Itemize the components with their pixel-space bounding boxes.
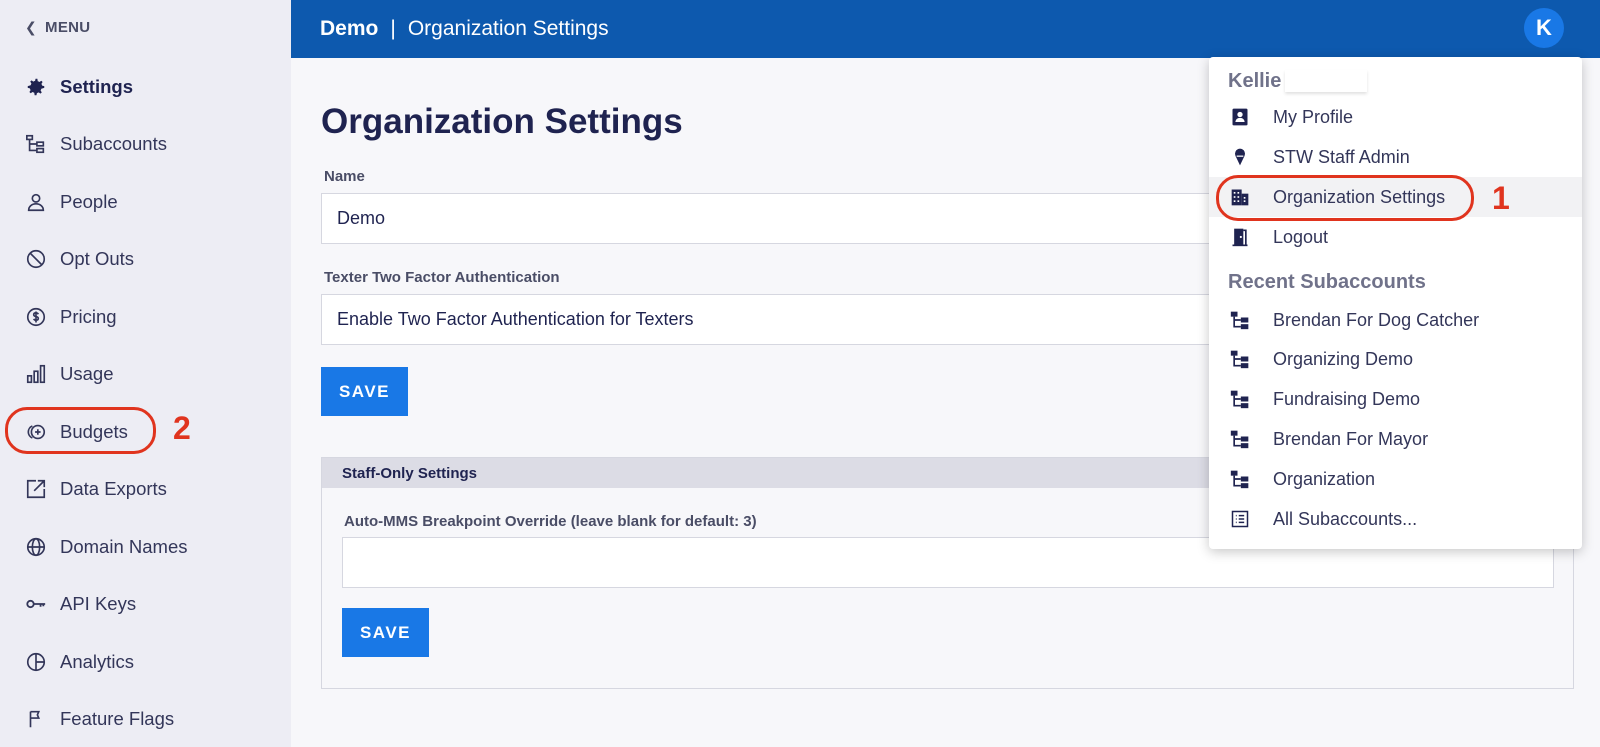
- menu-item-label: Fundraising Demo: [1273, 388, 1421, 409]
- sidebar-item-label: API Keys: [60, 593, 137, 615]
- sidebar-item-feature-flags[interactable]: Feature Flags: [0, 691, 291, 747]
- dropdown-user-name: Kellie: [1228, 69, 1368, 93]
- name-input-value: Demo: [337, 208, 386, 228]
- sidebar-item-label: Feature Flags: [60, 708, 175, 730]
- hierarchy-icon: [1229, 468, 1251, 490]
- pie-chart-icon: [24, 650, 48, 674]
- menu-item-logout[interactable]: Logout: [1209, 217, 1582, 257]
- sidebar-item-label: Opt Outs: [60, 248, 135, 270]
- sidebar-item-usage[interactable]: Usage: [0, 346, 291, 404]
- top-header: Demo | Organization Settings K: [291, 0, 1600, 58]
- menu-item-label: Brendan For Dog Catcher: [1273, 309, 1480, 330]
- list-icon: [1229, 508, 1251, 530]
- menu-item-label: Organizing Demo: [1273, 348, 1414, 369]
- tfa-select-value: Enable Two Factor Authentication for Tex…: [337, 309, 694, 329]
- sidebar-item-label: Pricing: [60, 305, 117, 327]
- menu-item-label: STW Staff Admin: [1273, 146, 1410, 167]
- sidebar-item-label: Settings: [60, 75, 133, 97]
- menu-item-my-profile[interactable]: My Profile: [1209, 97, 1582, 137]
- menu-item-label: Organization: [1273, 468, 1376, 489]
- sidebar-item-label: Domain Names: [60, 535, 188, 557]
- door-icon: [1229, 226, 1251, 248]
- sidebar: ❮ MENU Settings Subaccounts People Opt O…: [0, 0, 291, 747]
- annotation-ring-budgets: [5, 407, 156, 454]
- sidebar-item-label: Analytics: [60, 650, 135, 672]
- sidebar-item-data-exports[interactable]: Data Exports: [0, 461, 291, 519]
- menu-item-all-subaccounts[interactable]: All Subaccounts...: [1209, 499, 1582, 539]
- recent-subaccount-item[interactable]: Organization: [1209, 459, 1582, 499]
- menu-item-label: All Subaccounts...: [1273, 508, 1418, 529]
- recent-subaccount-item[interactable]: Brendan For Dog Catcher: [1209, 300, 1582, 340]
- recent-subaccount-item[interactable]: Organizing Demo: [1209, 339, 1582, 379]
- sidebar-item-domain-names[interactable]: Domain Names: [0, 518, 291, 576]
- header-separator: |: [390, 17, 396, 40]
- ice-cream-icon: [1229, 146, 1251, 168]
- sidebar-item-label: People: [60, 190, 118, 212]
- sidebar-item-people[interactable]: People: [0, 173, 291, 231]
- annotation-ring-organization-settings: [1216, 175, 1474, 221]
- block-icon: [24, 247, 48, 271]
- sidebar-item-settings[interactable]: Settings: [0, 58, 291, 116]
- annotation-number-2: 2: [173, 410, 191, 446]
- sidebar-item-pricing[interactable]: Pricing: [0, 288, 291, 346]
- sidebar-item-subaccounts[interactable]: Subaccounts: [0, 116, 291, 174]
- recent-subaccounts-heading: Recent Subaccounts: [1228, 271, 1426, 293]
- dollar-circle-icon: [24, 305, 48, 329]
- menu-back-button[interactable]: ❮ MENU: [25, 17, 90, 37]
- user-dropdown-menu: Kellie My Profile STW Staff Admin Organi…: [1209, 57, 1582, 549]
- chevron-left-icon: ❮: [25, 18, 38, 35]
- export-icon: [24, 477, 48, 501]
- redacted-last-name: [1285, 70, 1368, 92]
- globe-icon: [24, 535, 48, 559]
- menu-label: MENU: [45, 18, 91, 36]
- tfa-label: Texter Two Factor Authentication: [324, 269, 560, 286]
- menu-item-label: Brendan For Mayor: [1273, 428, 1429, 449]
- sidebar-nav: Settings Subaccounts People Opt Outs Pri…: [0, 58, 291, 747]
- profile-card-icon: [1229, 106, 1251, 128]
- hierarchy-icon: [1229, 348, 1251, 370]
- sidebar-item-analytics[interactable]: Analytics: [0, 633, 291, 691]
- menu-item-stw-staff-admin[interactable]: STW Staff Admin: [1209, 137, 1582, 177]
- name-label: Name: [324, 168, 365, 185]
- page-title: Organization Settings: [321, 102, 683, 141]
- menu-item-label: My Profile: [1273, 106, 1354, 127]
- annotation-number-1: 1: [1492, 180, 1510, 216]
- hierarchy-icon: [1229, 309, 1251, 331]
- sidebar-item-label: Data Exports: [60, 478, 167, 500]
- hierarchy-icon: [24, 132, 48, 156]
- mms-label: Auto-MMS Breakpoint Override (leave blan…: [344, 513, 757, 530]
- key-icon: [24, 592, 48, 616]
- hierarchy-icon: [1229, 388, 1251, 410]
- sidebar-item-label: Subaccounts: [60, 133, 167, 155]
- hierarchy-icon: [1229, 428, 1251, 450]
- sidebar-item-opt-outs[interactable]: Opt Outs: [0, 231, 291, 289]
- recent-subaccount-item[interactable]: Brendan For Mayor: [1209, 419, 1582, 459]
- person-icon: [24, 190, 48, 214]
- menu-item-label: Logout: [1273, 226, 1329, 247]
- save-button[interactable]: SAVE: [321, 367, 408, 416]
- header-org-name: Demo: [320, 17, 379, 40]
- header-page-title: Organization Settings: [407, 17, 609, 40]
- staff-save-button[interactable]: SAVE: [342, 608, 429, 657]
- sidebar-item-api-keys[interactable]: API Keys: [0, 576, 291, 634]
- bar-chart-icon: [24, 362, 48, 386]
- sidebar-item-label: Usage: [60, 363, 114, 385]
- recent-subaccount-item[interactable]: Fundraising Demo: [1209, 379, 1582, 419]
- gear-icon: [24, 75, 48, 99]
- user-first-name: Kellie: [1228, 69, 1282, 92]
- flag-icon: [24, 707, 48, 731]
- user-avatar-button[interactable]: K: [1524, 8, 1564, 48]
